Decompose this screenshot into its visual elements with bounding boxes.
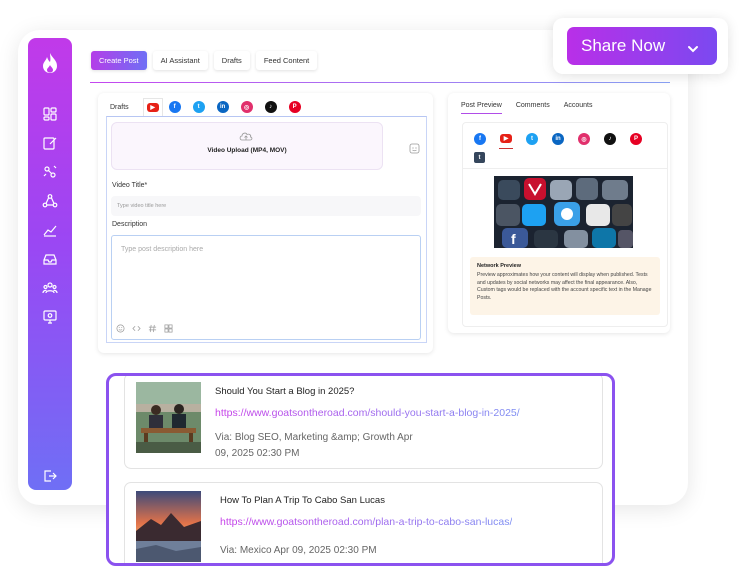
preview-separator	[463, 168, 667, 169]
facebook-icon[interactable]: f	[168, 101, 181, 113]
note-title: Network Preview	[477, 263, 522, 269]
monitor-settings-icon[interactable]	[42, 309, 58, 325]
twitter-icon[interactable]: t	[192, 101, 205, 113]
facebook-icon[interactable]: f	[474, 133, 486, 145]
feed-content-card: Should You Start a Blog in 2025? https:/…	[106, 373, 615, 566]
top-tab-bar: Create Post AI Assistant Drafts Feed Con…	[91, 51, 318, 70]
description-label: Description	[112, 221, 148, 228]
team-icon[interactable]	[42, 280, 58, 296]
tumblr-icon[interactable]: t	[474, 152, 485, 163]
feed-item[interactable]: Should You Start a Blog in 2025? https:/…	[124, 376, 603, 469]
video-title-label: Video Title*	[112, 182, 148, 189]
tab-drafts[interactable]: Drafts	[213, 51, 250, 70]
feed-item-meta-line: Via: Mexico Apr 09, 2025 02:30 PM	[220, 545, 377, 556]
tab-divider	[90, 82, 670, 83]
code-icon[interactable]	[132, 324, 141, 333]
description-toolbar	[116, 324, 173, 333]
instagram-icon[interactable]: ◎	[240, 101, 253, 113]
tab-ai-assistant[interactable]: AI Assistant	[152, 51, 208, 70]
tiktok-icon[interactable]: ♪	[604, 133, 616, 145]
share-now-button[interactable]: Share Now	[567, 27, 717, 65]
network-tab-bar: Drafts ▶ f t in ◎ ♪ P	[110, 98, 301, 116]
feed-item-meta-line: Via: Blog SEO, Marketing &amp; Growth Ap…	[215, 432, 413, 443]
feed-item-title: How To Plan A Trip To Cabo San Lucas	[220, 495, 385, 506]
feed-item-link[interactable]: https://www.goatsontheroad.com/should-yo…	[215, 407, 520, 419]
svg-text:f: f	[511, 231, 516, 247]
network-icon[interactable]	[42, 193, 58, 209]
linkedin-icon[interactable]: in	[552, 133, 564, 145]
tab-comments[interactable]: Comments	[516, 102, 550, 114]
preview-network-icons: f ▶ t in ◎ ♪ P	[474, 133, 642, 145]
youtube-icon: ▶	[146, 103, 159, 112]
flame-logo-icon	[40, 52, 60, 74]
video-title-input[interactable]: Type video title here	[111, 196, 421, 216]
network-tab-youtube[interactable]: ▶	[142, 98, 163, 116]
sticker-icon[interactable]	[409, 141, 420, 154]
note-body: Preview approximates how your content wi…	[477, 272, 652, 301]
pinterest-icon[interactable]: P	[288, 101, 301, 113]
instagram-icon[interactable]: ◎	[578, 133, 590, 145]
preview-network-icons-row2: t	[474, 152, 485, 163]
feed-item-meta-line: 09, 2025 02:30 PM	[215, 448, 300, 459]
tiktok-icon[interactable]: ♪	[264, 101, 277, 113]
stage: Create Post AI Assistant Drafts Feed Con…	[0, 0, 745, 575]
emoji-icon[interactable]	[116, 324, 125, 333]
hashtag-icon[interactable]	[148, 324, 157, 333]
create-post-icon[interactable]	[42, 135, 58, 151]
linkedin-icon[interactable]: in	[216, 101, 229, 113]
drafts-tab-label[interactable]: Drafts	[110, 104, 129, 111]
description-placeholder: Type post description here	[121, 246, 204, 253]
upload-icon	[239, 129, 253, 141]
analytics-icon[interactable]	[42, 222, 58, 238]
preview-image: f	[494, 176, 633, 248]
inbox-icon[interactable]	[42, 251, 58, 267]
automation-icon[interactable]	[42, 164, 58, 180]
feed-item-title: Should You Start a Blog in 2025?	[215, 386, 355, 397]
tab-accounts[interactable]: Accounts	[564, 102, 593, 114]
feed-thumbnail	[136, 382, 201, 453]
feed-item-meta: Via: Mexico Apr 09, 2025 02:30 PM	[220, 543, 377, 559]
chevron-down-icon	[687, 40, 699, 53]
preview-tab-bar: Post Preview Comments Accounts	[461, 102, 593, 114]
network-preview-note: Network Preview Preview approximates how…	[470, 257, 660, 315]
feed-item-link[interactable]: https://www.goatsontheroad.com/plan-a-tr…	[220, 516, 512, 528]
media-icon[interactable]	[164, 324, 173, 333]
pinterest-icon[interactable]: P	[630, 133, 642, 145]
preview-active-network-indicator	[499, 148, 513, 149]
tab-post-preview[interactable]: Post Preview	[461, 102, 502, 114]
dashboard-icon[interactable]	[42, 106, 58, 122]
feed-item[interactable]: How To Plan A Trip To Cabo San Lucas htt…	[124, 482, 603, 563]
feed-thumbnail	[136, 491, 201, 562]
tab-feed-content[interactable]: Feed Content	[255, 51, 318, 70]
youtube-icon[interactable]: ▶	[500, 134, 512, 143]
logout-icon[interactable]	[42, 468, 58, 484]
feed-item-meta: Via: Blog SEO, Marketing &amp; Growth Ap…	[215, 430, 413, 462]
share-now-label: Share Now	[581, 36, 666, 55]
upload-label: Video Upload (MP4, MOV)	[207, 147, 287, 154]
twitter-icon[interactable]: t	[526, 133, 538, 145]
sidebar	[28, 38, 72, 490]
tab-create-post[interactable]: Create Post	[91, 51, 147, 70]
